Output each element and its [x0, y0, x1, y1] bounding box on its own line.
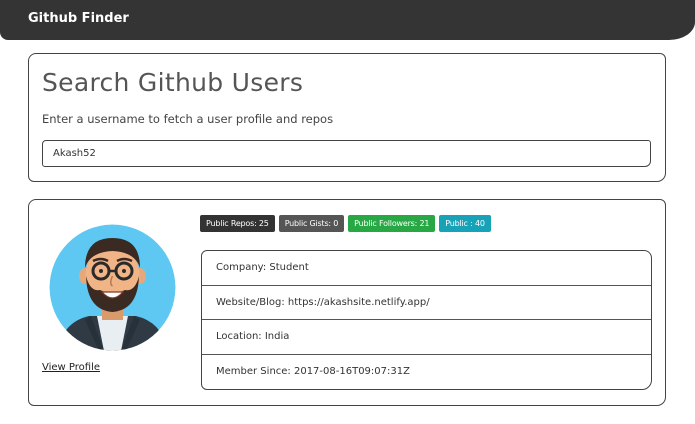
- brand-title[interactable]: Github Finder: [28, 11, 129, 26]
- badge-public-followers: Public Followers: 21: [348, 215, 436, 232]
- navbar: Github Finder: [0, 0, 695, 40]
- badge-public-following: Public : 40: [439, 215, 491, 232]
- search-input[interactable]: [42, 140, 651, 167]
- detail-website: Website/Blog: https://akashsite.netlify.…: [202, 286, 651, 320]
- profile-card: View Profile Public Repos: 25 Public Gis…: [28, 199, 666, 406]
- detail-location: Location: India: [202, 320, 651, 355]
- badge-public-repos: Public Repos: 25: [200, 215, 275, 232]
- avatar: [49, 224, 176, 351]
- page-title: Search Github Users: [42, 68, 304, 97]
- detail-member-since: Member Since: 2017-08-16T09:07:31Z: [216, 366, 410, 378]
- detail-company: Company: Student: [202, 251, 651, 286]
- view-profile-link[interactable]: View Profile: [42, 362, 100, 373]
- badge-public-gists: Public Gists: 0: [278, 215, 345, 232]
- stats-badges: Public Repos: 25 Public Gists: 0 Public …: [200, 215, 491, 232]
- profile-details-list: Company: Student Website/Blog: https://a…: [201, 250, 652, 390]
- search-card: Search Github Users Enter a username to …: [28, 53, 666, 182]
- search-subtitle: Enter a username to fetch a user profile…: [42, 112, 334, 126]
